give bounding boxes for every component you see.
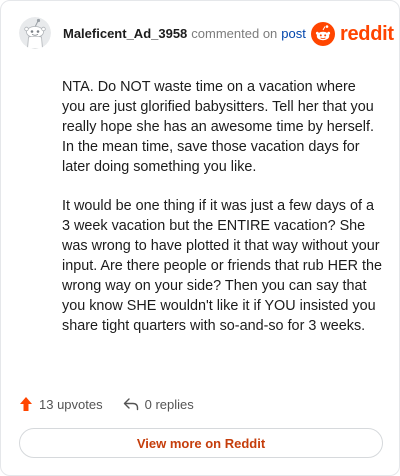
reddit-comment-card: Maleficent_Ad_3958 commented on post reddi… [0,0,400,476]
comment-header: Maleficent_Ad_3958 commented on post reddi… [1,1,400,65]
reddit-logo[interactable]: reddit [311,21,394,47]
comment-paragraph: NTA. Do NOT waste time on a vacation whe… [62,79,374,175]
reply-button[interactable]: 0 replies [123,397,194,412]
comment-meta: Maleficent_Ad_3958 commented on post [63,27,306,41]
upvote-count: 13 upvotes [39,396,103,412]
reddit-snoo-icon [311,22,335,46]
reply-arrow-icon [123,398,138,411]
snoo-avatar[interactable] [19,17,51,49]
arrow-up-icon [20,397,32,411]
reddit-wordmark: reddit [340,22,394,45]
commented-on-text: commented on [191,26,278,41]
username[interactable]: Maleficent_Ad_3958 [63,26,187,41]
post-link[interactable]: post [281,26,306,41]
comment-actions: 13 upvotes 0 replies [19,393,194,415]
comment-body: NTA. Do NOT waste time on a vacation whe… [62,77,382,355]
snoo-avatar-icon [19,17,51,49]
view-more-on-reddit-button[interactable]: View more on Reddit [19,428,383,458]
upvote-button[interactable]: 13 upvotes [19,396,103,412]
comment-paragraph: It would be one thing if it was just a f… [62,198,382,334]
reply-count: 0 replies [144,396,194,412]
